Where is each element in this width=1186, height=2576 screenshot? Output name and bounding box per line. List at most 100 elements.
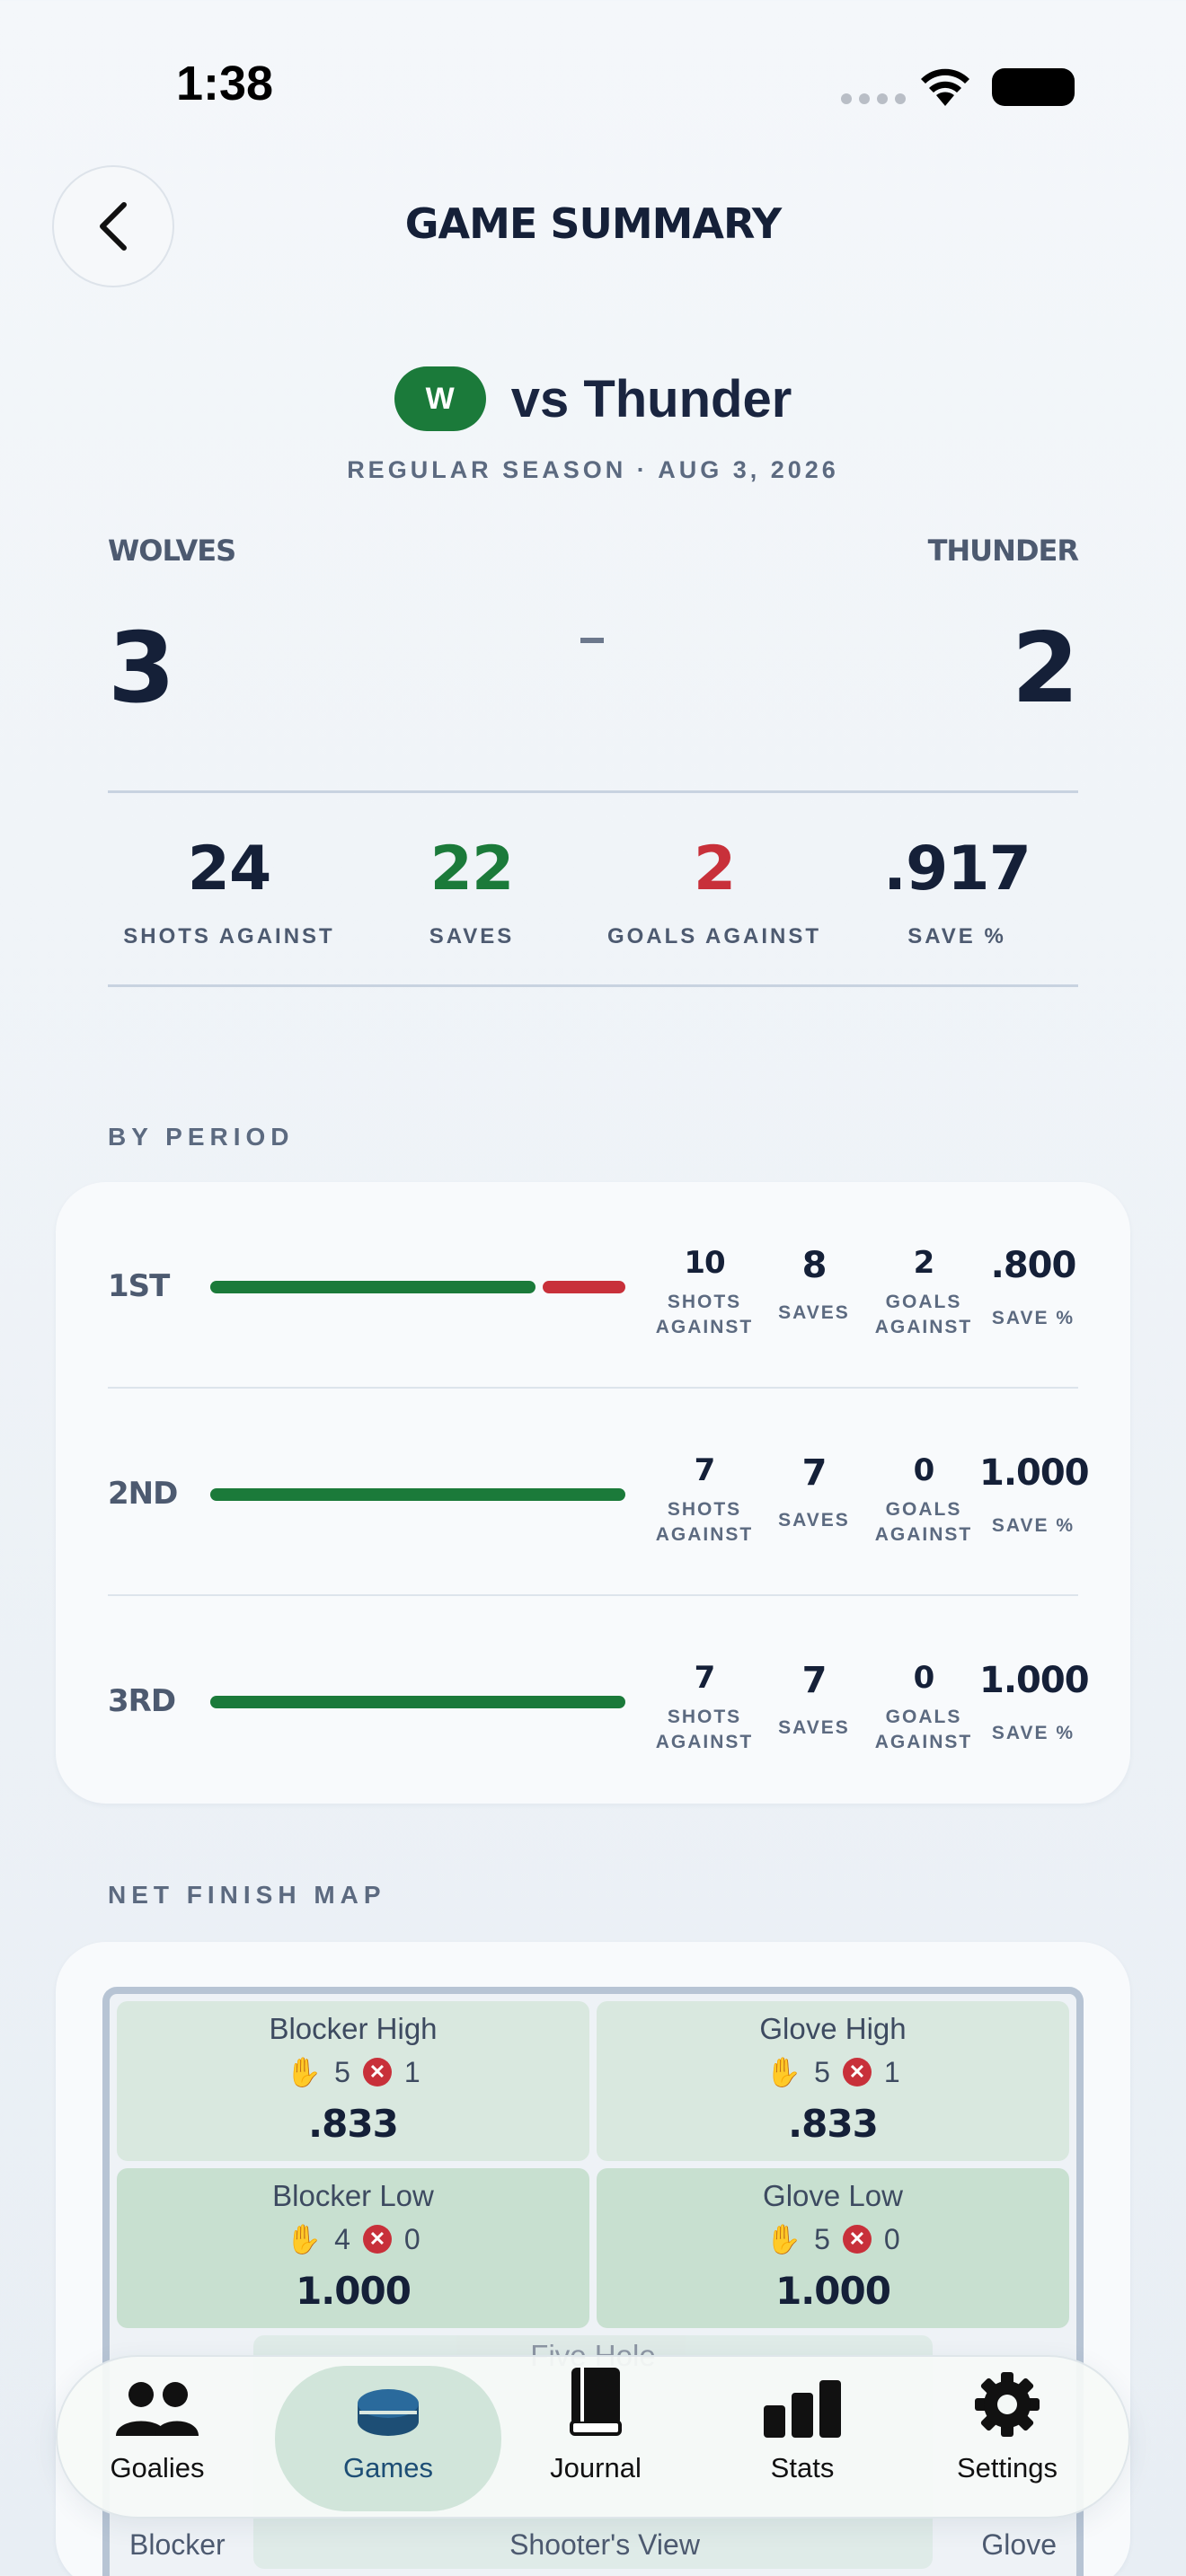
stat-label: GOALS AGAINST: [606, 924, 822, 948]
battery-icon: [992, 68, 1075, 106]
tab-journal[interactable]: Journal: [492, 2357, 699, 2520]
zone-saves: 5: [334, 2055, 350, 2088]
period-stat-value: .800: [990, 1245, 1077, 1286]
saves-bar: [210, 1488, 625, 1501]
period-stat-label: GOALS AGAINST: [874, 1499, 973, 1545]
zone-saves: 4: [334, 2222, 350, 2255]
zone-save-pct: .833: [308, 2102, 399, 2146]
wifi-icon: [921, 68, 969, 106]
zone-saves: 5: [814, 2222, 830, 2255]
stat-label: SHOTS AGAINST: [123, 924, 335, 948]
period-stat-label: GOALS AGAINST: [874, 1292, 973, 1337]
period-stat-value: 7: [801, 1660, 828, 1701]
period-stat-label: SAVES: [778, 1717, 850, 1738]
status-time: 1:38: [176, 57, 274, 110]
home-team-name: WOLVES: [108, 534, 236, 568]
goals-bar: [543, 1281, 625, 1293]
period-row: 1ST 10 SHOTS AGAINST 8 SAVES 2 GOALS AGAINST .8…: [56, 1182, 1130, 1389]
tab-label: Games: [343, 2452, 433, 2483]
tab-bar: Goalies Games Journal Stats Settings: [56, 2355, 1130, 2519]
goal-x-icon: ✕: [842, 2225, 872, 2254]
tab-label: Journal: [550, 2452, 642, 2483]
period-stat-save-pct: .800 SAVE %: [979, 1245, 1087, 1331]
zone-goals: 1: [883, 2055, 900, 2088]
home-score: 3: [108, 613, 175, 725]
zone-glove-high[interactable]: Glove High ✋ 5 ✕ 1 .833: [597, 2001, 1069, 2161]
period-row: 3RD 7 SHOTS AGAINST 7 SAVES 0 GOALS AGAINST 1.0…: [56, 1597, 1130, 1804]
zone-name: Blocker Low: [272, 2179, 434, 2212]
zone-blocker-low[interactable]: Blocker Low ✋ 4 ✕ 0 1.000: [117, 2168, 589, 2328]
period-stat-label: SAVE %: [991, 1723, 1075, 1743]
zone-blocker-high[interactable]: Blocker High ✋ 5 ✕ 1 .833: [117, 2001, 589, 2161]
period-stat-goals: 0 GOALS AGAINST: [870, 1660, 978, 1755]
zone-name: Glove Low: [763, 2179, 903, 2212]
section-label-net-map: NET FINISH MAP: [108, 1881, 386, 1909]
period-stat-label: SAVES: [778, 1510, 850, 1531]
period-stat-value: 7: [694, 1452, 716, 1488]
zone-save-pct: .833: [788, 2102, 879, 2146]
period-stat-value: 0: [913, 1452, 935, 1488]
period-stat-value: 7: [801, 1452, 828, 1494]
stat-value: 22: [429, 834, 515, 904]
tab-label: Stats: [770, 2452, 835, 2483]
period-stat-label: SAVE %: [991, 1308, 1075, 1328]
zone-goals: 0: [403, 2222, 420, 2255]
period-stat-value: 10: [684, 1245, 725, 1281]
period-stat-goals: 0 GOALS AGAINST: [870, 1452, 978, 1548]
tab-settings[interactable]: Settings: [904, 2357, 1111, 2520]
period-stat-value: 7: [694, 1660, 716, 1696]
bar-chart-icon: [764, 2380, 841, 2438]
period-name: 2ND: [108, 1476, 178, 1512]
tab-label: Goalies: [110, 2452, 205, 2483]
zone-save-pct: 1.000: [296, 2269, 412, 2313]
save-hand-icon: ✋: [766, 2223, 802, 2255]
period-stat-value: 8: [801, 1245, 828, 1286]
period-stat-label: GOALS AGAINST: [874, 1707, 973, 1752]
period-name: 1ST: [108, 1268, 170, 1304]
goal-x-icon: ✕: [362, 2225, 392, 2254]
divider: [108, 790, 1078, 793]
tab-label: Settings: [956, 2452, 1058, 2483]
period-row: 2ND 7 SHOTS AGAINST 7 SAVES 0 GOALS AGAINST 1.0…: [56, 1389, 1130, 1596]
period-stat-value: 2: [913, 1245, 935, 1281]
period-stat-value: 1.000: [979, 1452, 1090, 1494]
zone-name: Blocker High: [269, 2012, 438, 2045]
away-team-name: THUNDER: [927, 534, 1079, 568]
period-stat-label: SAVE %: [991, 1515, 1075, 1536]
period-stat-value: 1.000: [979, 1660, 1090, 1701]
period-divider: [108, 1594, 1078, 1596]
period-stat-save-pct: 1.000 SAVE %: [979, 1452, 1090, 1539]
zone-goals: 1: [403, 2055, 420, 2088]
puck-icon: [358, 2389, 419, 2436]
by-period-card: 1ST 10 SHOTS AGAINST 8 SAVES 2 GOALS AGAINST .8…: [56, 1182, 1130, 1804]
period-stat-label: SHOTS AGAINST: [655, 1707, 754, 1752]
saves-bar: [210, 1696, 625, 1708]
people-icon: [116, 2382, 199, 2436]
stat-value: 24: [187, 834, 272, 904]
period-stat-saves: 7 SAVES: [760, 1452, 868, 1533]
period-stat-shots: 7 SHOTS AGAINST: [651, 1452, 758, 1548]
result-badge: W: [394, 366, 486, 431]
game-meta: REGULAR SEASON · AUG 3, 2026: [347, 456, 839, 483]
goal-x-icon: ✕: [362, 2058, 392, 2086]
stat-label: SAVE %: [907, 924, 1006, 948]
goal-x-icon: ✕: [842, 2058, 872, 2086]
stat-label: SAVES: [429, 924, 515, 948]
zone-saves: 5: [814, 2055, 830, 2088]
stat-save-pct: .917 SAVE %: [836, 834, 1078, 949]
zone-name: Glove High: [759, 2012, 907, 2045]
save-hand-icon: ✋: [286, 2056, 323, 2088]
period-stat-shots: 10 SHOTS AGAINST: [651, 1245, 758, 1340]
period-name: 3RD: [108, 1683, 176, 1719]
tab-goalies[interactable]: Goalies: [54, 2357, 261, 2520]
zone-glove-low[interactable]: Glove Low ✋ 5 ✕ 0 1.000: [597, 2168, 1069, 2328]
save-hand-icon: ✋: [286, 2223, 323, 2255]
stat-saves: 22 SAVES: [350, 834, 593, 949]
book-icon: [570, 2368, 622, 2436]
tab-games[interactable]: Games: [275, 2366, 501, 2511]
period-stat-value: 0: [913, 1660, 935, 1696]
zone-save-pct: 1.000: [775, 2269, 891, 2313]
tab-stats[interactable]: Stats: [699, 2357, 906, 2520]
period-stat-label: SHOTS AGAINST: [655, 1499, 754, 1545]
period-stat-shots: 7 SHOTS AGAINST: [651, 1660, 758, 1755]
